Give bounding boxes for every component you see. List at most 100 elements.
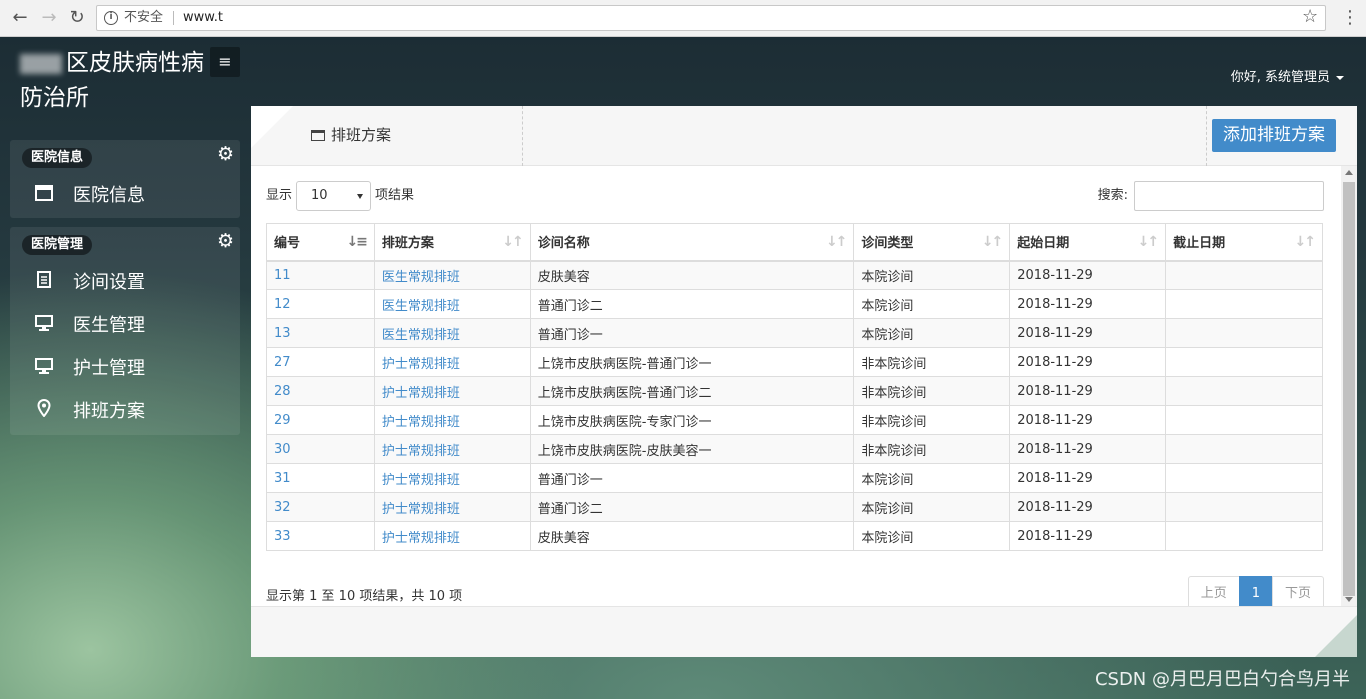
- column-header-room-name[interactable]: 诊间名称 ↓↑: [529, 223, 855, 262]
- scroll-down-icon[interactable]: [1345, 597, 1353, 602]
- id-cell[interactable]: 27: [266, 347, 375, 377]
- browser-menu-icon[interactable]: ⋮: [1341, 6, 1359, 30]
- room-name-cell: 上饶市皮肤病医院-专家门诊一: [529, 405, 855, 435]
- sidebar-item-doctor-management[interactable]: 医生管理: [10, 304, 240, 347]
- id-cell[interactable]: 13: [266, 318, 375, 348]
- id-link[interactable]: 32: [274, 500, 291, 515]
- plan-link[interactable]: 医生常规排班: [382, 270, 460, 285]
- start-date-cell: 2018-11-29: [1009, 521, 1167, 551]
- room-type-cell: 本院诊间: [853, 463, 1011, 493]
- id-cell[interactable]: 11: [266, 260, 375, 290]
- address-bar[interactable]: i 不安全 www.t: [96, 5, 1326, 31]
- sidebar-item-clinic-settings[interactable]: 诊间设置: [10, 261, 240, 304]
- scroll-thumb[interactable]: [1343, 182, 1355, 596]
- room-name-cell: 皮肤美容: [529, 521, 855, 551]
- plan-link[interactable]: 护士常规排班: [382, 473, 460, 488]
- forward-icon[interactable]: →: [37, 6, 61, 30]
- plan-link[interactable]: 护士常规排班: [382, 415, 460, 430]
- bookmark-star-icon[interactable]: ☆: [1302, 6, 1318, 27]
- id-cell[interactable]: 12: [266, 289, 375, 319]
- plan-link[interactable]: 护士常规排班: [382, 357, 460, 372]
- plan-link[interactable]: 医生常规排班: [382, 328, 460, 343]
- id-link[interactable]: 33: [274, 529, 291, 544]
- plan-cell[interactable]: 护士常规排班: [373, 405, 531, 435]
- room-name-cell: 普通门诊二: [529, 289, 855, 319]
- gear-icon[interactable]: ⚙: [217, 230, 234, 252]
- content-scrollbar[interactable]: [1341, 166, 1357, 606]
- id-cell[interactable]: 33: [266, 521, 375, 551]
- column-header-room-type[interactable]: 诊间类型 ↓↑: [853, 223, 1011, 262]
- sidebar-item-nurse-management[interactable]: 护士管理: [10, 347, 240, 390]
- id-link[interactable]: 13: [274, 326, 291, 341]
- search-input[interactable]: [1134, 181, 1324, 211]
- room-type-cell: 本院诊间: [853, 289, 1011, 319]
- id-link[interactable]: 31: [274, 471, 291, 486]
- room-type-cell: 本院诊间: [853, 318, 1011, 348]
- start-date-cell: 2018-11-29: [1009, 376, 1167, 406]
- plan-link[interactable]: 护士常规排班: [382, 386, 460, 401]
- back-icon[interactable]: ←: [8, 6, 32, 30]
- column-header-start-date[interactable]: 起始日期 ↓↑: [1009, 223, 1167, 262]
- plan-cell[interactable]: 医生常规排班: [373, 260, 531, 290]
- prev-page-button[interactable]: 上页: [1187, 576, 1240, 610]
- id-link[interactable]: 27: [274, 355, 291, 370]
- plan-cell[interactable]: 护士常规排班: [373, 521, 531, 551]
- plan-cell[interactable]: 护士常规排班: [373, 434, 531, 464]
- plan-link[interactable]: 医生常规排班: [382, 299, 460, 314]
- corner-fold-decoration: [251, 106, 293, 148]
- sidebar-group-header: 医院信息 ⚙: [10, 140, 240, 174]
- column-header-end-date[interactable]: 截止日期 ↓↑: [1165, 223, 1323, 262]
- gear-icon[interactable]: ⚙: [217, 143, 234, 165]
- url-text[interactable]: www.t: [183, 6, 223, 30]
- column-header-label: 截止日期: [1173, 236, 1226, 252]
- column-header-plan[interactable]: 排班方案 ↓↑: [373, 223, 531, 262]
- start-date-cell: 2018-11-29: [1009, 260, 1167, 290]
- sidebar-item-label: 诊间设置: [73, 272, 145, 293]
- table-row: 30 护士常规排班 上饶市皮肤病医院-皮肤美容一 非本院诊间 2018-11-29: [266, 434, 1323, 464]
- id-link[interactable]: 28: [274, 384, 291, 399]
- id-link[interactable]: 12: [274, 297, 291, 312]
- next-page-button[interactable]: 下页: [1271, 576, 1324, 610]
- id-cell[interactable]: 29: [266, 405, 375, 435]
- plan-cell[interactable]: 护士常规排班: [373, 376, 531, 406]
- plan-cell[interactable]: 医生常规排班: [373, 289, 531, 319]
- end-date-cell: [1165, 521, 1323, 551]
- user-menu[interactable]: 你好, 系统管理员: [1231, 66, 1344, 85]
- sidebar-item-hospital-info[interactable]: 医院信息: [10, 174, 240, 217]
- sidebar-group-title: 医院管理: [22, 235, 93, 255]
- sidebar-toggle-button[interactable]: ≡: [210, 47, 240, 77]
- info-icon[interactable]: i: [104, 11, 118, 25]
- id-cell[interactable]: 32: [266, 492, 375, 522]
- add-schedule-plan-button[interactable]: 添加排班方案: [1212, 119, 1336, 152]
- id-cell[interactable]: 28: [266, 376, 375, 406]
- reload-icon[interactable]: ↻: [65, 6, 89, 30]
- id-cell[interactable]: 30: [266, 434, 375, 464]
- id-link[interactable]: 29: [274, 413, 291, 428]
- table-header-row: 编号 ↓≡ 排班方案 ↓↑ 诊间名称 ↓↑ 诊间类型 ↓↑ 起始日期 ↓↑ 截止日期 ↓↑: [266, 223, 1323, 262]
- room-type-cell: 非本院诊间: [853, 376, 1011, 406]
- id-cell[interactable]: 31: [266, 463, 375, 493]
- sidebar-item-label: 医院信息: [73, 185, 145, 206]
- main-content: 排班方案 添加排班方案 显示 10 项结果 搜索: 编号 ↓≡ 排班方案 ↓↑ 诊间名称…: [251, 106, 1357, 657]
- address-divider: [173, 11, 174, 25]
- header-actions: 添加排班方案: [1206, 106, 1357, 166]
- table-row: 33 护士常规排班 皮肤美容 本院诊间 2018-11-29: [266, 521, 1323, 551]
- plan-cell[interactable]: 医生常规排班: [373, 318, 531, 348]
- page-length-control: 显示 10 项结果: [266, 181, 414, 211]
- page-1-button[interactable]: 1: [1238, 576, 1273, 610]
- column-header-id[interactable]: 编号 ↓≡: [266, 223, 375, 262]
- plan-cell[interactable]: 护士常规排班: [373, 347, 531, 377]
- scroll-up-icon[interactable]: [1345, 170, 1353, 175]
- plan-link[interactable]: 护士常规排班: [382, 502, 460, 517]
- page-length-select[interactable]: 10: [296, 181, 372, 211]
- plan-cell[interactable]: 护士常规排班: [373, 492, 531, 522]
- id-link[interactable]: 30: [274, 442, 291, 457]
- end-date-cell: [1165, 260, 1323, 290]
- id-link[interactable]: 11: [274, 268, 291, 283]
- plan-link[interactable]: 护士常规排班: [382, 444, 460, 459]
- plan-cell[interactable]: 护士常规排班: [373, 463, 531, 493]
- sidebar-item-schedule-plan[interactable]: 排班方案: [10, 390, 240, 433]
- sidebar-group-hospital-management: 医院管理 ⚙ 诊间设置 医生管理 护士管理 排班方案: [10, 227, 240, 435]
- plan-link[interactable]: 护士常规排班: [382, 531, 460, 546]
- page-title: 排班方案: [291, 106, 523, 166]
